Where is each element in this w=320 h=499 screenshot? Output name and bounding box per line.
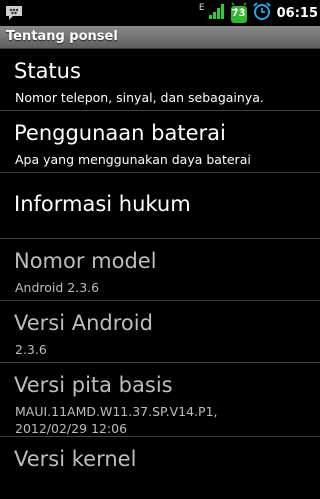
item-subtitle: Nomor telepon, sinyal, dan sebagainya. — [15, 90, 264, 105]
bbm-icon — [4, 3, 24, 23]
status-bar: E 73 06:15 — [0, 0, 320, 26]
item-subtitle: Android 2.3.6 — [15, 280, 100, 295]
item-subtitle: Apa yang menggunakan daya baterai — [15, 152, 251, 167]
network-type: E — [198, 3, 205, 13]
subtitle-line-1: MAUI.11AMD.W11.37.SP.V14.P1, — [15, 404, 218, 419]
title-bar: Tentang ponsel — [0, 26, 320, 49]
list-item-legal-info[interactable]: Informasi hukum — [0, 173, 320, 239]
list-item-status[interactable]: Status Nomor telepon, sinyal, dan sebaga… — [0, 49, 320, 111]
item-title: Versi kernel — [14, 447, 137, 471]
item-title: Versi Android — [14, 311, 153, 335]
list-item-model-number: Nomor model Android 2.3.6 — [0, 239, 320, 301]
battery-level: 73 — [231, 8, 246, 19]
settings-list: Status Nomor telepon, sinyal, dan sebaga… — [0, 49, 320, 499]
alarm-icon — [252, 1, 272, 25]
item-title: Nomor model — [14, 249, 157, 273]
item-title: Penggunaan baterai — [14, 121, 226, 145]
subtitle-line-2: 2012/02/29 12:06 — [15, 421, 128, 436]
item-title: Status — [14, 59, 81, 83]
item-subtitle: 2.3.6 — [15, 342, 47, 357]
clock: 06:15 — [276, 5, 318, 21]
page-title: Tentang ponsel — [6, 29, 118, 44]
list-item-kernel-version: Versi kernel — [0, 437, 320, 499]
signal-icon — [208, 2, 226, 24]
list-item-battery-usage[interactable]: Penggunaan baterai Apa yang menggunakan … — [0, 111, 320, 173]
item-title: Informasi hukum — [14, 192, 191, 216]
battery-icon: 73 — [229, 2, 249, 24]
item-title: Versi pita basis — [14, 373, 173, 397]
list-item-android-version: Versi Android 2.3.6 — [0, 301, 320, 363]
list-item-baseband-version: Versi pita basis MAUI.11AMD.W11.37.SP.V1… — [0, 363, 320, 437]
item-subtitle: MAUI.11AMD.W11.37.SP.V14.P1, 2012/02/29 … — [15, 403, 218, 436]
